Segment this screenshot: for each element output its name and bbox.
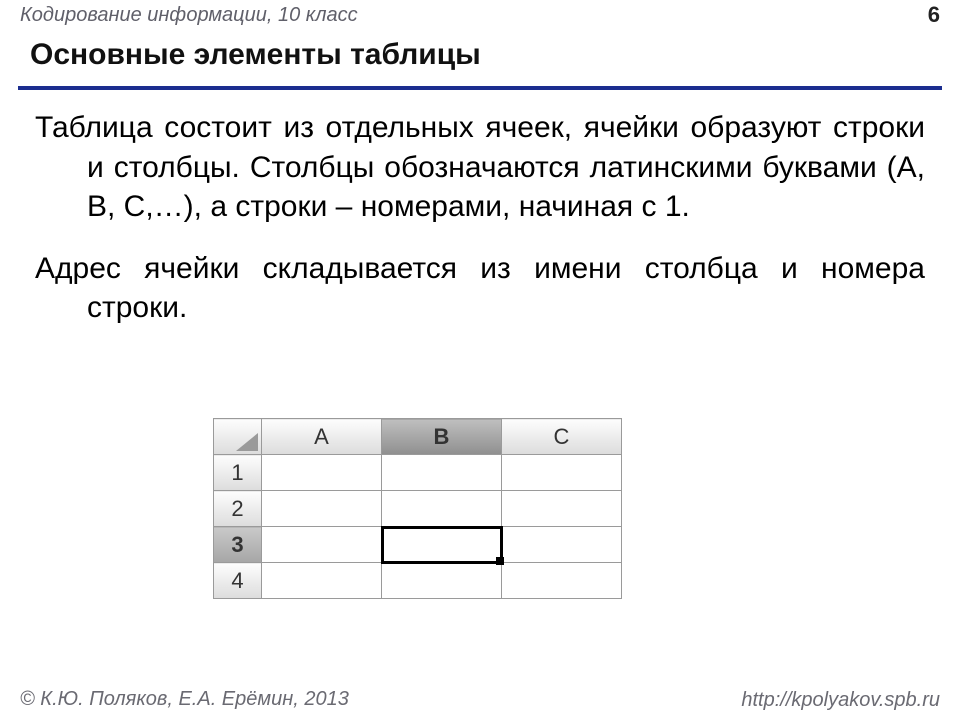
cell-b4[interactable] [382,563,502,599]
title-underline [18,86,942,90]
cell-c1[interactable] [502,455,622,491]
cell-c2[interactable] [502,491,622,527]
spreadsheet-illustration: A B C 1 2 3 4 [213,418,622,599]
select-all-corner[interactable] [214,419,262,455]
slide-title: Основные элементы таблицы [30,38,930,72]
slide: Кодирование информации, 10 класс 6 Основ… [0,0,960,720]
cell-a4[interactable] [262,563,382,599]
page-number: 6 [928,2,940,28]
col-header-a[interactable]: A [262,419,382,455]
col-header-c[interactable]: C [502,419,622,455]
slide-footer: © К.Ю. Поляков, Е.А. Ерёмин, 2013 http:/… [0,684,960,720]
cell-c4[interactable] [502,563,622,599]
cell-b2[interactable] [382,491,502,527]
cell-b3[interactable] [382,527,502,563]
cell-a2[interactable] [262,491,382,527]
cell-b1[interactable] [382,455,502,491]
row-header-1[interactable]: 1 [214,455,262,491]
paragraph-2: Адрес ячейки складывается из имени столб… [35,249,925,328]
row-header-4[interactable]: 4 [214,563,262,599]
cell-a3[interactable] [262,527,382,563]
cell-c3[interactable] [502,527,622,563]
paragraph-1: Таблица состоит из отдельных ячеек, ячей… [35,108,925,227]
course-label: Кодирование информации, 10 класс [20,4,358,26]
footer-url: http://kpolyakov.spb.ru [741,689,940,712]
row-header-2[interactable]: 2 [214,491,262,527]
slide-header: Кодирование информации, 10 класс 6 [0,0,960,32]
select-all-triangle-icon [236,433,258,451]
slide-body: Таблица состоит из отдельных ячеек, ячей… [35,108,925,350]
col-header-b[interactable]: B [382,419,502,455]
row-header-3[interactable]: 3 [214,527,262,563]
footer-author: © К.Ю. Поляков, Е.А. Ерёмин, 2013 [20,688,349,710]
cell-a1[interactable] [262,455,382,491]
